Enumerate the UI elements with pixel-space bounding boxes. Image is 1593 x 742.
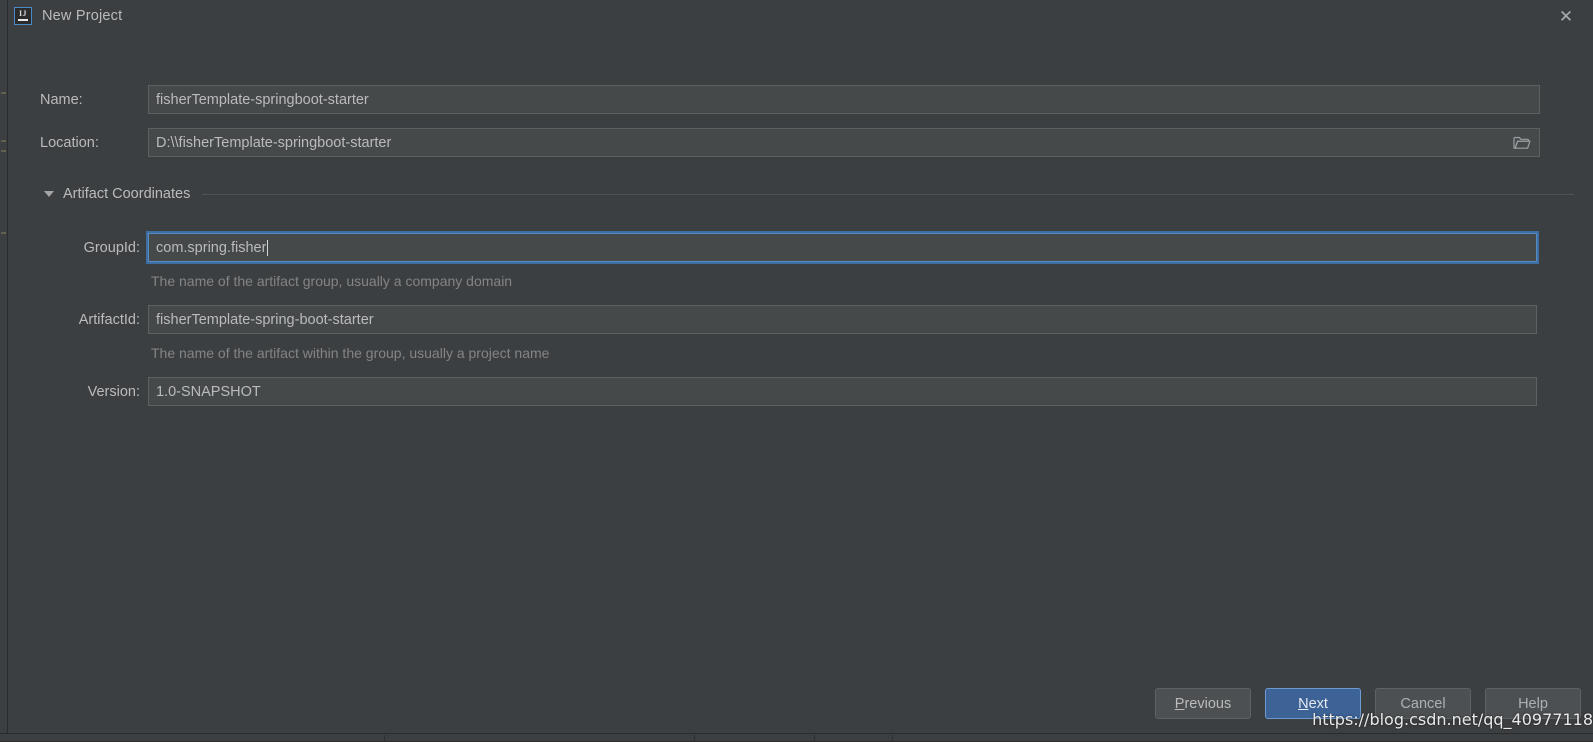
artifactid-label: ArtifactId: xyxy=(40,312,140,328)
groupid-label: GroupId: xyxy=(40,240,140,256)
previous-button-label: Previous xyxy=(1175,696,1231,712)
editor-marker xyxy=(1,150,6,152)
help-button[interactable]: Help xyxy=(1485,688,1581,719)
location-input-value: D:\\fisherTemplate-springboot-starter xyxy=(156,135,391,151)
previous-button[interactable]: Previous xyxy=(1155,688,1251,719)
name-input[interactable]: fisherTemplate-springboot-starter xyxy=(148,85,1540,114)
cancel-button-label: Cancel xyxy=(1400,696,1445,712)
groupid-row: GroupId: com.spring.fisher xyxy=(40,233,1540,262)
ide-background-left-strip xyxy=(0,0,8,741)
artifact-coordinates-section-header[interactable]: Artifact Coordinates xyxy=(44,186,1574,202)
editor-marker xyxy=(1,92,6,94)
artifactid-hint: The name of the artifact within the grou… xyxy=(151,345,549,361)
version-input[interactable]: 1.0-SNAPSHOT xyxy=(148,377,1537,406)
groupid-hint: The name of the artifact group, usually … xyxy=(151,273,512,289)
folder-icon[interactable] xyxy=(1513,136,1531,150)
location-input[interactable]: D:\\fisherTemplate-springboot-starter xyxy=(148,128,1540,157)
dialog-content: Name: fisherTemplate-springboot-starter … xyxy=(8,31,1593,733)
version-label: Version: xyxy=(40,384,140,400)
dialog-button-bar: Previous Next Cancel Help xyxy=(1155,688,1581,719)
location-row: Location: D:\\fisherTemplate-springboot-… xyxy=(40,128,1540,157)
artifact-coordinates-title: Artifact Coordinates xyxy=(63,186,190,202)
new-project-dialog: IJ New Project ✕ Name: fisherTemplate-sp… xyxy=(8,0,1593,733)
next-button-label: Next xyxy=(1298,696,1328,712)
ide-background-bottom-strip xyxy=(0,733,1593,741)
dialog-titlebar: IJ New Project ✕ xyxy=(8,0,1593,31)
name-input-value: fisherTemplate-springboot-starter xyxy=(156,92,369,108)
chevron-down-icon[interactable] xyxy=(44,191,54,197)
artifactid-input[interactable]: fisherTemplate-spring-boot-starter xyxy=(148,305,1537,334)
close-icon[interactable]: ✕ xyxy=(1553,3,1579,29)
location-label: Location: xyxy=(40,135,148,151)
version-input-value: 1.0-SNAPSHOT xyxy=(156,384,261,400)
cancel-button[interactable]: Cancel xyxy=(1375,688,1471,719)
groupid-input-value: com.spring.fisher xyxy=(156,240,266,256)
next-button[interactable]: Next xyxy=(1265,688,1361,719)
version-row: Version: 1.0-SNAPSHOT xyxy=(40,377,1540,406)
ij-logo-underline xyxy=(18,19,28,21)
artifactid-input-value: fisherTemplate-spring-boot-starter xyxy=(156,312,374,328)
dialog-title: New Project xyxy=(42,8,122,24)
artifactid-row: ArtifactId: fisherTemplate-spring-boot-s… xyxy=(40,305,1540,334)
editor-marker xyxy=(1,232,6,234)
editor-marker xyxy=(1,140,6,142)
name-row: Name: fisherTemplate-springboot-starter xyxy=(40,85,1540,114)
section-separator xyxy=(202,194,1574,195)
ij-logo-letters: IJ xyxy=(15,9,31,18)
name-label: Name: xyxy=(40,92,148,108)
groupid-input[interactable]: com.spring.fisher xyxy=(148,233,1537,262)
intellij-idea-logo-icon: IJ xyxy=(14,7,32,25)
text-caret xyxy=(267,240,268,256)
help-button-label: Help xyxy=(1518,696,1548,712)
